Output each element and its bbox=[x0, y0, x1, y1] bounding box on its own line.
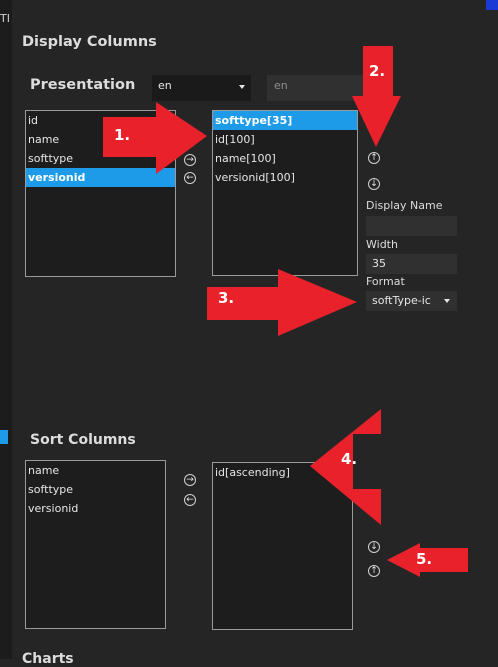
annotation-label-5: 5. bbox=[416, 550, 433, 568]
annotation-label-2: 2. bbox=[369, 62, 386, 80]
annotation-label-4: 4. bbox=[341, 450, 358, 468]
annotation-label-1: 1. bbox=[114, 126, 131, 144]
annotation-label-3: 3. bbox=[218, 289, 235, 307]
